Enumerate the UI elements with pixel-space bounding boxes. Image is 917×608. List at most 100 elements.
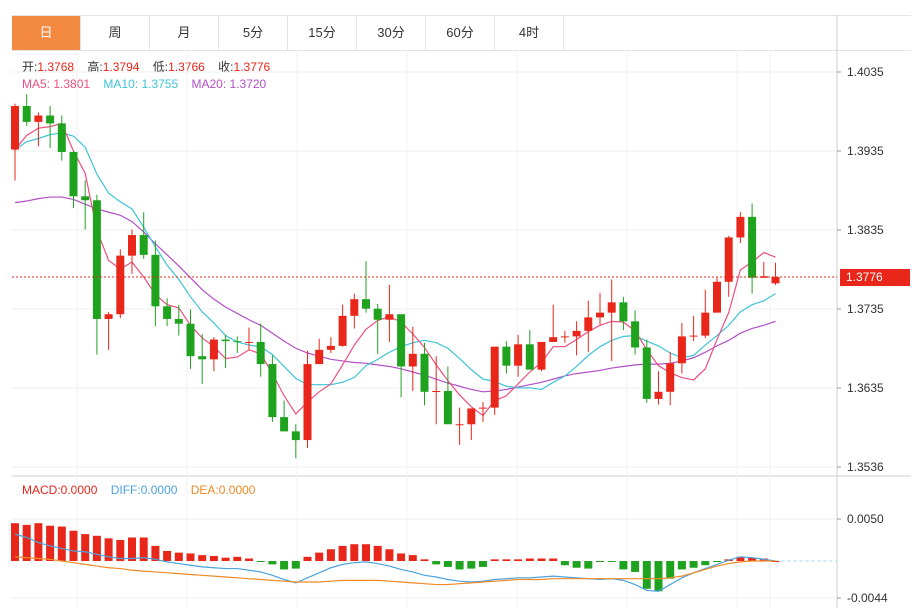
macd-bar	[455, 561, 464, 570]
candle-body	[139, 235, 148, 255]
candle-body	[397, 314, 406, 367]
macd-bar	[362, 544, 370, 562]
macd-bar	[666, 561, 675, 579]
candle-body	[689, 335, 698, 337]
current-price-tag: 1.3776	[840, 269, 910, 286]
macd-bar	[46, 525, 55, 562]
candle-body	[572, 330, 581, 337]
macd-bar	[525, 558, 534, 562]
candle-body	[490, 346, 499, 408]
macd-bar	[280, 561, 289, 570]
candle-body	[701, 312, 710, 336]
candle-body	[479, 407, 487, 409]
candle-body	[560, 336, 569, 338]
macd-bar	[69, 530, 78, 562]
ma10-line	[14, 132, 776, 391]
ma20-line	[14, 196, 776, 393]
candle-body	[666, 363, 675, 392]
candle-body	[549, 337, 558, 342]
ma5-line	[14, 122, 776, 417]
macd-bar	[303, 556, 312, 562]
macd-bar	[338, 545, 347, 562]
macd-bar	[584, 561, 593, 569]
macd-bar	[186, 553, 195, 562]
macd-bar	[607, 561, 616, 563]
y-tick-label: 1.3935	[847, 144, 884, 158]
candle-body	[326, 345, 335, 350]
candle-body	[525, 344, 534, 370]
macd-bar	[233, 556, 242, 562]
candle-body	[642, 347, 651, 399]
candle-body	[514, 344, 523, 366]
candle-body	[713, 281, 721, 313]
macd-bar	[432, 561, 441, 565]
macd-bar	[701, 561, 710, 566]
macd-y-tick-label: 0.0050	[847, 512, 884, 526]
candle-body	[748, 216, 757, 278]
candle-body	[315, 349, 324, 365]
macd-bar	[560, 561, 569, 566]
macd-bar	[408, 555, 417, 562]
candle-body	[81, 196, 90, 201]
macd-bar	[443, 561, 452, 567]
candle-body	[186, 323, 195, 357]
candle-body	[654, 391, 663, 399]
macd-bar	[163, 550, 172, 562]
candle-body	[584, 317, 593, 331]
macd-bar	[631, 561, 640, 572]
y-tick-label: 1.4035	[847, 65, 884, 79]
macd-bar	[81, 534, 90, 562]
candle-body	[233, 341, 242, 343]
candle-body	[69, 151, 78, 197]
macd-bar	[57, 526, 66, 562]
candle-body	[92, 200, 101, 319]
macd-bar	[209, 555, 218, 562]
candle-body	[537, 341, 546, 370]
candle-body	[57, 123, 66, 152]
macd-bar	[420, 559, 429, 562]
candle-body	[467, 408, 476, 425]
macd-bar	[502, 559, 511, 562]
candle-body	[420, 353, 429, 392]
macd-bar	[245, 558, 253, 562]
macd-bar	[350, 544, 359, 562]
macd-y-tick-label: -0.0044	[847, 591, 888, 605]
candle-body	[198, 356, 207, 360]
candle-body	[34, 115, 43, 122]
candle-body	[22, 106, 31, 122]
macd-bar	[572, 561, 581, 568]
macd-bar	[221, 557, 230, 562]
candle-body	[245, 341, 253, 343]
candle-body	[209, 339, 218, 360]
macd-bar	[385, 549, 394, 562]
macd-bar	[326, 549, 335, 562]
candle-body	[350, 299, 359, 316]
candle-body	[303, 364, 312, 441]
macd-bar	[397, 553, 406, 562]
macd-bar	[713, 561, 721, 563]
macd-bar	[537, 558, 546, 562]
y-tick-label: 1.3835	[847, 223, 884, 237]
candle-body	[432, 391, 441, 393]
macd-bar	[22, 524, 31, 562]
candle-body	[373, 308, 382, 320]
macd-bar	[479, 561, 487, 567]
candle-body	[174, 318, 183, 324]
macd-bar	[11, 523, 19, 562]
y-tick-label: 1.3735	[847, 302, 884, 316]
macd-bar	[92, 535, 101, 562]
price-chart[interactable]: 1.4035 1.3935 1.3835 1.3735 1.3635 1.3536 0.00…	[0, 0, 917, 608]
macd-bar	[174, 552, 183, 562]
candle-body	[11, 106, 19, 150]
candle-body	[631, 321, 640, 348]
candle-body	[151, 254, 160, 307]
macd-bar	[291, 561, 300, 569]
macd-bar	[619, 561, 628, 570]
macd-bar	[256, 561, 265, 563]
candle-body	[502, 346, 511, 366]
candle-body	[607, 302, 616, 313]
candle-body	[291, 431, 300, 441]
candle-body	[385, 314, 394, 320]
macd-bar	[268, 561, 277, 565]
y-tick-label: 1.3635	[847, 381, 884, 395]
